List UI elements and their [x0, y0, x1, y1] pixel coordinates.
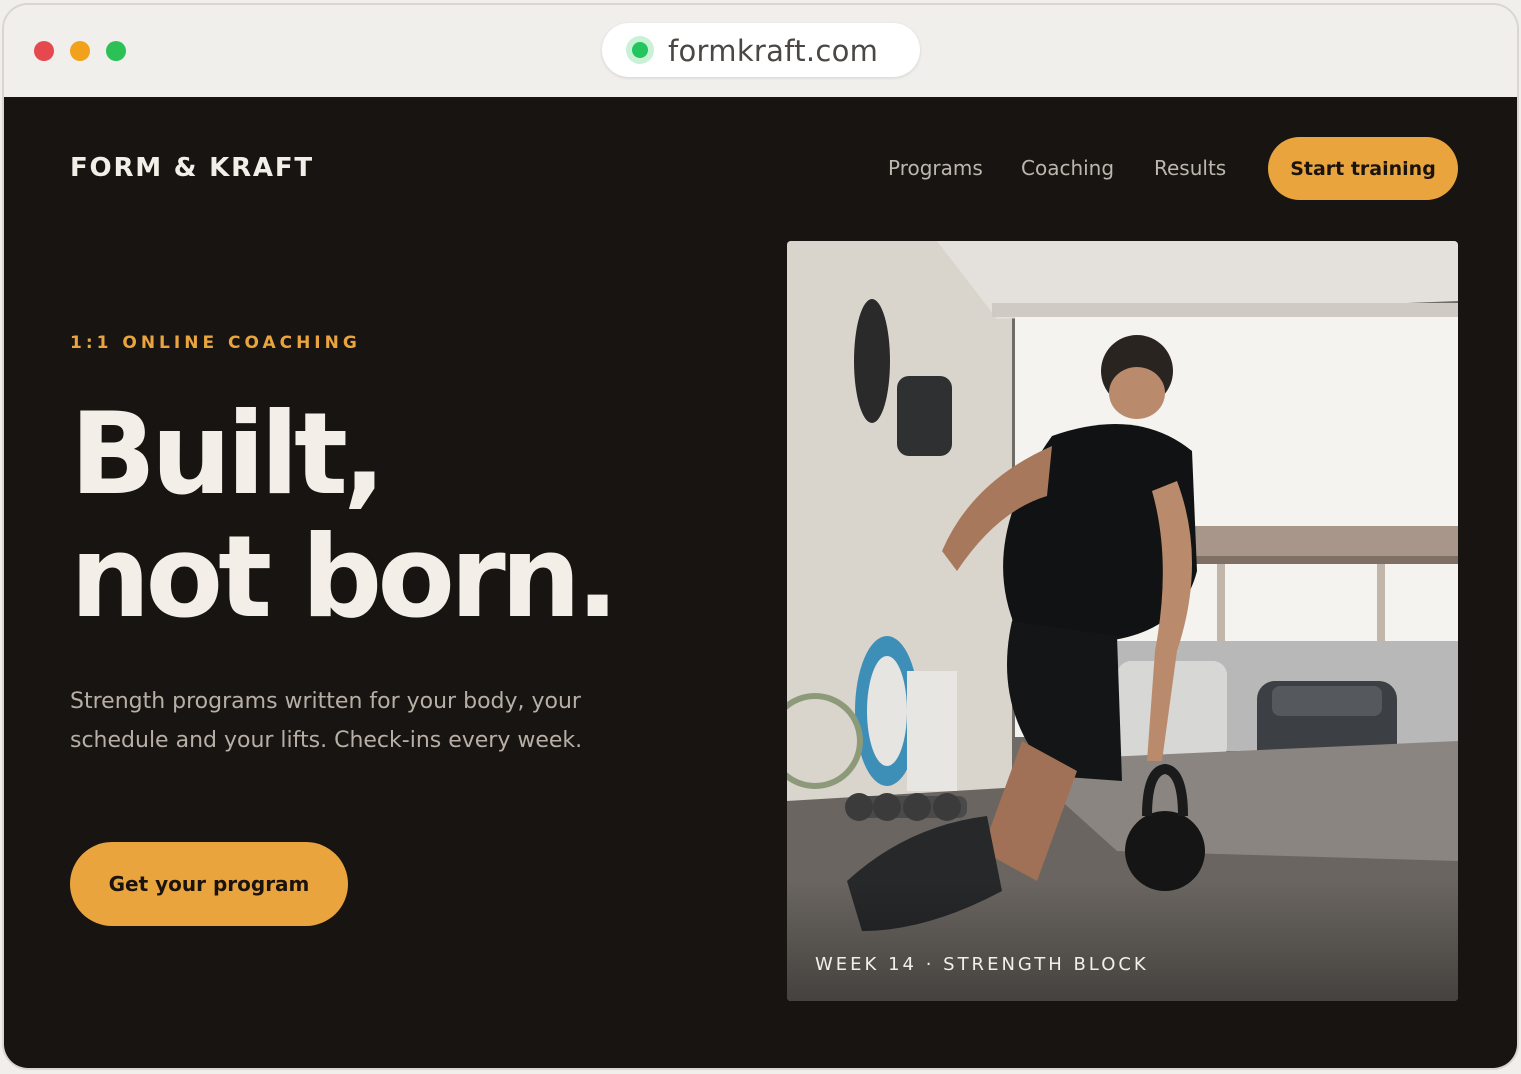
minimize-window-button[interactable] [70, 41, 90, 61]
hero-headline: Built, not born. [70, 388, 619, 643]
page-viewport: FORM & KRAFT Programs Coaching Results S… [4, 97, 1517, 1068]
browser-window: formkraft.com FORM & KRAFT Programs Coac… [2, 3, 1519, 1070]
brand-logo[interactable]: FORM & KRAFT [70, 153, 314, 183]
nav-link-programs[interactable]: Programs [888, 156, 983, 180]
headline-line-2: not born. [70, 511, 619, 643]
headline-line-1: Built, [70, 388, 386, 520]
hero-photo: WEEK 14 · STRENGTH BLOCK [787, 241, 1458, 1001]
url-text[interactable]: formkraft.com [668, 34, 878, 68]
nav-link-coaching[interactable]: Coaching [1021, 156, 1114, 180]
maximize-window-button[interactable] [106, 41, 126, 61]
hero-subtext: Strength programs written for your body,… [70, 689, 583, 753]
secure-status-icon [626, 36, 654, 64]
nav-link-results[interactable]: Results [1154, 156, 1226, 180]
close-window-button[interactable] [34, 41, 54, 61]
hero-eyebrow: 1:1 ONLINE COACHING [70, 333, 361, 353]
photo-caption: WEEK 14 · STRENGTH BLOCK [815, 954, 1149, 975]
gym-photo-illustration [787, 241, 1458, 1001]
browser-titlebar: formkraft.com [4, 5, 1517, 97]
address-bar[interactable]: formkraft.com [602, 23, 920, 77]
start-training-button[interactable]: Start training [1268, 137, 1458, 200]
get-program-button[interactable]: Get your program [70, 842, 348, 926]
